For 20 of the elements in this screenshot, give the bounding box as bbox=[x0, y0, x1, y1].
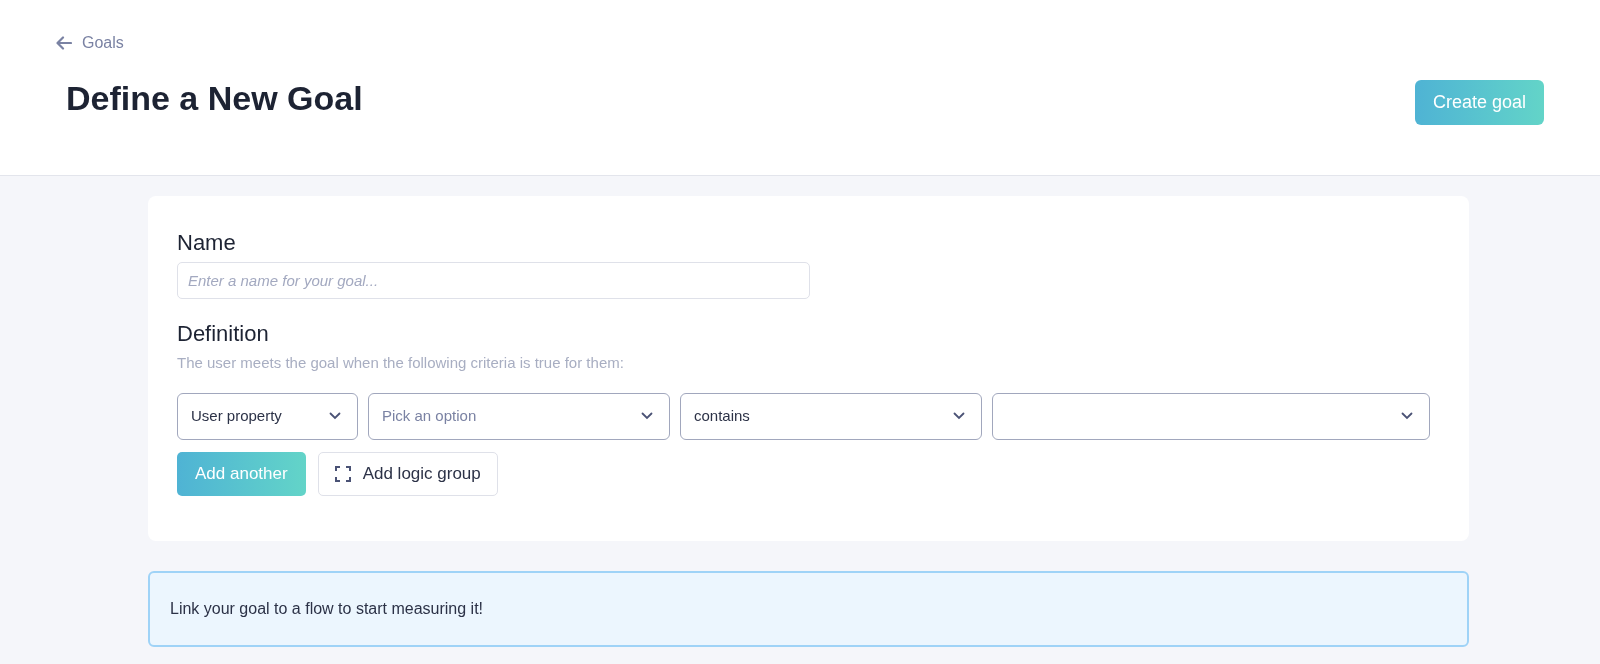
page-title: Define a New Goal bbox=[66, 78, 363, 119]
back-link[interactable]: Goals bbox=[56, 31, 363, 55]
banner-text: Link your goal to a flow to start measuring it! bbox=[170, 599, 484, 619]
criteria-dropdown[interactable] bbox=[992, 392, 1430, 440]
arrow-left-icon bbox=[56, 36, 72, 50]
chevron-down-icon bbox=[329, 412, 341, 420]
chevron-down-icon bbox=[641, 412, 653, 420]
chevron-down-icon bbox=[1401, 412, 1413, 420]
add-another-button[interactable]: Add another bbox=[177, 451, 306, 496]
criteria-dropdown[interactable]: contains bbox=[680, 392, 982, 440]
brackets-icon bbox=[334, 465, 351, 482]
criteria-dropdown[interactable]: Pick an option bbox=[368, 392, 670, 440]
create-goal-button[interactable]: Create goal bbox=[1414, 80, 1544, 125]
definition-hint: The user meets the goal when the following criteria is true for them: bbox=[177, 353, 625, 373]
definition-label: Definition bbox=[177, 321, 270, 347]
add-logic-group-button[interactable]: Add logic group bbox=[317, 451, 498, 496]
chevron-down-icon bbox=[953, 412, 965, 420]
criteria-dropdown[interactable]: User property bbox=[177, 392, 358, 440]
name-input[interactable]: Enter a name for your goal... bbox=[177, 262, 810, 299]
name-label: Name bbox=[177, 230, 237, 256]
